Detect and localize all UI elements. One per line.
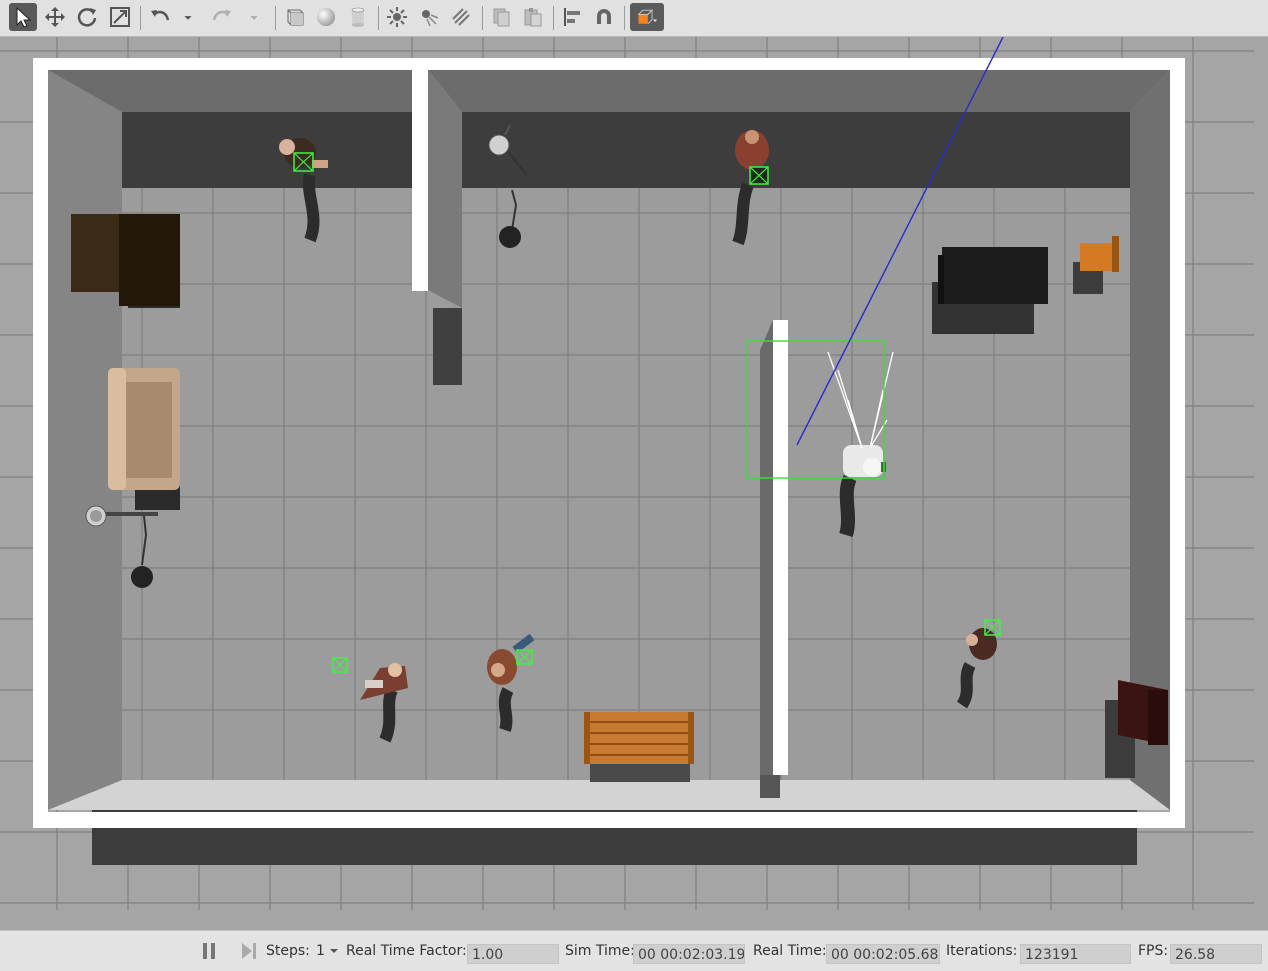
undo-dropdown-icon xyxy=(184,16,192,20)
chevron-down-icon xyxy=(329,949,338,953)
undo-history-dropdown[interactable] xyxy=(178,3,198,31)
pause-button[interactable] xyxy=(200,931,218,971)
rotate-icon xyxy=(77,8,97,27)
real-time-label: Real Time: xyxy=(753,943,827,959)
undo-button[interactable] xyxy=(146,3,174,31)
toolbar xyxy=(0,0,1268,37)
status-bar: Steps: 1 Real Time Factor: 1.00 Sim Time… xyxy=(0,930,1268,971)
snap-magnet-icon xyxy=(597,9,611,24)
steps-spinbox[interactable]: 1 xyxy=(316,931,340,971)
insert-box-button[interactable] xyxy=(280,3,308,31)
insert-sphere-button[interactable] xyxy=(312,3,340,31)
insert-point-light-button[interactable] xyxy=(383,3,411,31)
point-light-icon xyxy=(387,7,407,27)
fps-label: FPS: xyxy=(1138,943,1169,959)
box-shape-icon xyxy=(287,9,304,26)
rotate-mode-button[interactable] xyxy=(73,3,101,31)
copy-icon xyxy=(493,8,510,27)
scene-viewport[interactable] xyxy=(0,37,1268,930)
steps-label: Steps: xyxy=(266,943,310,959)
inner-wall-top-slope xyxy=(428,70,462,308)
inner-wall-center xyxy=(773,320,788,775)
insert-directional-light-button[interactable] xyxy=(447,3,475,31)
select-mode-button[interactable] xyxy=(9,3,37,31)
paste-button[interactable] xyxy=(519,3,547,31)
inner-wall-north xyxy=(412,70,428,291)
iterations-value: 123191 xyxy=(1020,944,1131,964)
translate-mode-button[interactable] xyxy=(41,3,69,31)
align-icon xyxy=(564,8,580,26)
steps-value: 1 xyxy=(316,943,325,959)
translate-icon xyxy=(45,7,65,27)
snap-button[interactable] xyxy=(590,3,618,31)
view-angle-icon xyxy=(637,9,658,25)
step-forward-icon xyxy=(242,943,256,959)
sphere-shape-icon xyxy=(317,8,335,26)
step-button[interactable] xyxy=(239,931,259,971)
directional-light-icon xyxy=(452,8,470,26)
iterations-label: Iterations: xyxy=(946,943,1018,959)
scale-mode-button[interactable] xyxy=(106,3,134,31)
bench-wooden[interactable] xyxy=(584,712,694,782)
wall-top-edge-south xyxy=(33,812,1185,828)
redo-button[interactable] xyxy=(208,3,236,31)
insert-spot-light-button[interactable] xyxy=(415,3,443,31)
fps-value: 26.58 xyxy=(1170,944,1262,964)
wall-face-top-left xyxy=(122,112,413,188)
wall-top-edge-east xyxy=(1170,58,1185,828)
view-angle-button[interactable] xyxy=(630,3,664,31)
paste-icon xyxy=(524,8,542,27)
redo-dropdown-icon xyxy=(250,16,258,20)
real-time-factor-label: Real Time Factor: xyxy=(346,943,467,959)
align-button[interactable] xyxy=(558,3,586,31)
undo-icon xyxy=(151,10,170,21)
sofa[interactable] xyxy=(108,368,180,510)
wall-face-top-right xyxy=(462,112,1130,188)
cylinder-shape-icon xyxy=(351,7,365,27)
wall-top-edge-west xyxy=(33,58,48,828)
wall-top-edge-north xyxy=(33,58,1185,70)
sim-time-value: 00 00:02:03.191 xyxy=(633,944,745,964)
select-arrow-icon xyxy=(16,6,32,28)
real-time-value: 00 00:02:05.687 xyxy=(826,944,940,964)
scale-icon xyxy=(110,7,130,27)
pause-icon xyxy=(203,943,215,959)
wall-bottom xyxy=(48,780,1170,810)
spot-light-icon xyxy=(422,10,439,27)
table-black[interactable] xyxy=(932,247,1048,334)
redo-icon xyxy=(212,10,231,21)
copy-button[interactable] xyxy=(487,3,515,31)
real-time-factor-value: 1.00 xyxy=(467,944,559,964)
redo-history-dropdown[interactable] xyxy=(244,3,264,31)
wall-top-right-slope xyxy=(428,70,1170,112)
sim-time-label: Sim Time: xyxy=(565,943,635,959)
inner-wall-shadow xyxy=(433,308,462,385)
insert-cylinder-button[interactable] xyxy=(344,3,372,31)
